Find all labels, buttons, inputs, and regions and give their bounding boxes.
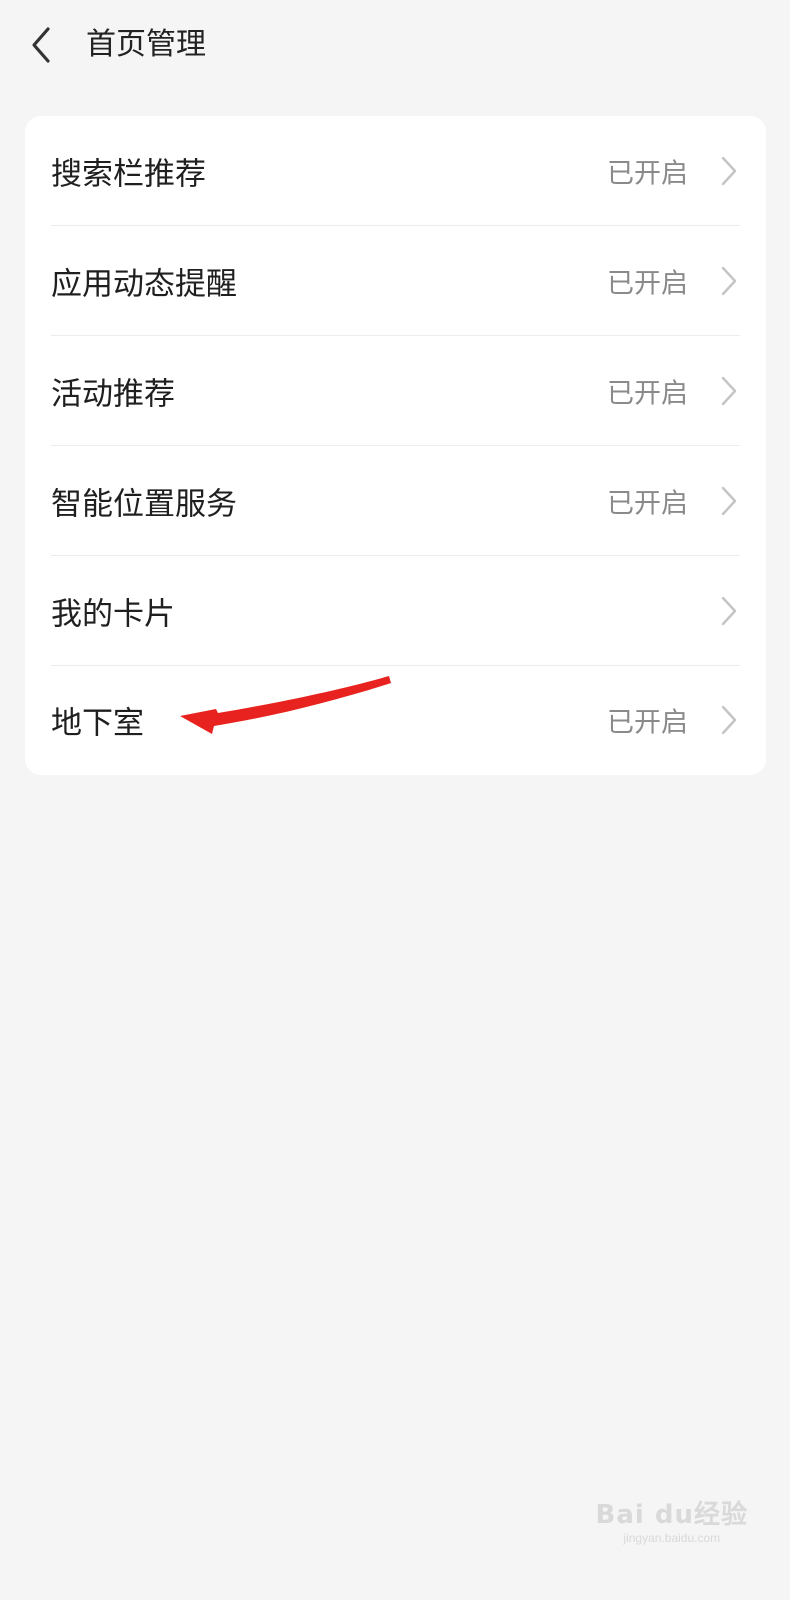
settings-item-status: 已开启	[607, 488, 688, 520]
settings-item-basement[interactable]: 地下室 已开启	[25, 665, 766, 775]
settings-item-label: 活动推荐	[51, 376, 175, 413]
settings-item-label: 搜索栏推荐	[51, 156, 206, 193]
back-button[interactable]	[22, 20, 66, 70]
watermark: Bai du经验 jingyan.baidu.com	[596, 1500, 748, 1546]
chevron-right-icon	[718, 375, 740, 407]
settings-item-status: 已开启	[607, 378, 688, 410]
app-header: 首页管理	[0, 0, 790, 92]
chevron-left-icon	[32, 27, 50, 63]
settings-item-activity-recommend[interactable]: 活动推荐 已开启	[25, 336, 766, 446]
settings-item-app-activity-reminder[interactable]: 应用动态提醒 已开启	[25, 226, 766, 336]
chevron-right-icon	[718, 595, 740, 627]
settings-item-my-cards[interactable]: 我的卡片	[25, 556, 766, 666]
settings-item-status: 已开启	[607, 707, 688, 739]
settings-item-label: 地下室	[51, 705, 144, 742]
settings-item-status: 已开启	[607, 158, 688, 190]
chevron-right-icon	[718, 265, 740, 297]
settings-item-status: 已开启	[607, 268, 688, 300]
settings-item-label: 智能位置服务	[51, 486, 237, 523]
settings-item-label: 应用动态提醒	[51, 266, 237, 303]
page-title: 首页管理	[86, 27, 206, 62]
chevron-right-icon	[718, 704, 740, 736]
settings-card: 搜索栏推荐 已开启 应用动态提醒 已开启 活动推荐 已开启 智能位置服务 已开启…	[25, 116, 766, 775]
watermark-url: jingyan.baidu.com	[623, 1531, 721, 1545]
chevron-right-icon	[718, 155, 740, 187]
settings-item-search-bar-recommend[interactable]: 搜索栏推荐 已开启	[25, 116, 766, 226]
watermark-brand: Bai du经验	[595, 1500, 748, 1530]
chevron-right-icon	[718, 485, 740, 517]
settings-item-smart-location-service[interactable]: 智能位置服务 已开启	[25, 446, 766, 556]
settings-item-label: 我的卡片	[51, 596, 175, 633]
